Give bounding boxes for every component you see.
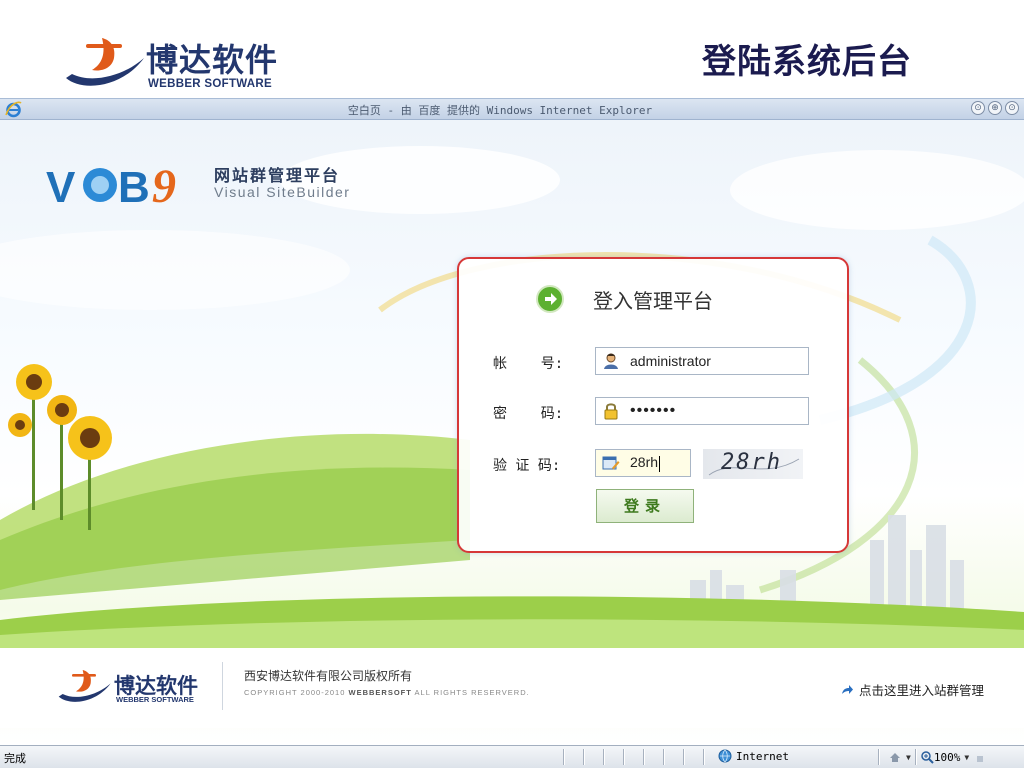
password-field[interactable]: ••••••• [595,397,809,425]
status-text: 完成 [4,752,26,765]
browser-titlebar: 空白页 - 由 百度 提供的 Windows Internet Explorer… [0,98,1024,120]
globe-icon [718,749,732,763]
arrow-icon [841,684,853,694]
slide-title: 登陆系统后台 [702,42,912,82]
captcha-row: 验 证 码: 28rh 28rh [493,449,839,479]
account-label: 帐 号: [493,356,564,372]
footer-logo-en: WEBBER SOFTWARE [116,695,194,704]
status-divider [603,749,604,765]
chevron-down-icon[interactable]: ▼ [906,753,911,762]
status-divider [623,749,624,765]
protected-mode-icon[interactable] [888,750,902,764]
zoom-control[interactable]: 100% [920,750,961,764]
vsb9-logo: V B 9 网站群管理平台 Visual SiteBuilder [46,158,376,218]
svg-text:V: V [46,163,76,212]
status-divider [583,749,584,765]
enter-site-link[interactable]: 点击这里进入站群管理 [841,680,984,699]
vsb9-logo-mark-icon: V B 9 [46,160,176,213]
login-header: 登入管理平台 [535,284,713,314]
webber-swoosh-icon [66,38,144,86]
zone-label: Internet [736,749,789,763]
webber-swoosh-icon [58,670,111,702]
status-divider [683,749,684,765]
zoom-icon [921,751,934,764]
status-divider [643,749,644,765]
webber-logo-cn: 博达软件 [146,41,279,79]
status-divider [914,749,916,765]
maximize-button[interactable]: ⊕ [988,101,1002,115]
captcha-image[interactable]: 28rh [703,449,803,479]
window-controls: ⊙ ⊕ ⊙ [971,101,1019,115]
edit-icon [602,456,620,470]
status-tools: ▼ 100% ▼ [888,749,987,765]
password-row: 密 码: ••••••• [493,397,823,427]
svg-text:9: 9 [152,160,176,213]
copyright-en: COPYRIGHT 2000-2010 WEBBERSOFT ALL RIGHT… [244,688,530,697]
browser-statusbar: 完成 Internet ▼ 100% ▼ [0,745,1024,768]
copyright-cn: 西安博达软件有限公司版权所有 [244,669,413,683]
lock-icon [604,403,618,420]
page-footer: 博达软件 WEBBER SOFTWARE 西安博达软件有限公司版权所有 COPY… [0,648,1024,728]
captcha-field[interactable]: 28rh [595,449,691,477]
webber-logo-en: WEBBER SOFTWARE [148,78,272,90]
security-zone[interactable]: Internet [718,749,789,763]
footer-webber-logo: 博达软件 WEBBER SOFTWARE [56,662,216,710]
webber-logo: 博达软件 WEBBER SOFTWARE [62,30,302,94]
vsb9-logo-en: Visual SiteBuilder [214,184,351,200]
enter-site-label: 点击这里进入站群管理 [858,683,984,698]
status-divider [663,749,664,765]
vsb9-logo-cn: 网站群管理平台 [214,166,341,185]
resize-grip-icon[interactable] [973,750,987,764]
login-button[interactable]: 登录 [596,489,694,523]
password-label: 密 码: [493,406,564,422]
captcha-label: 验 证 码: [493,458,561,474]
captcha-value: 28rh [630,454,661,472]
account-field[interactable]: administrator [595,347,809,375]
close-button[interactable]: ⊙ [1005,101,1019,115]
window-title: 空白页 - 由 百度 提供的 Windows Internet Explorer [347,104,653,117]
account-row: 帐 号: administrator [493,347,823,377]
browser-viewport: V B 9 网站群管理平台 Visual SiteBuilder 登入管理平台 … [0,120,1024,745]
status-divider [563,749,564,765]
status-divider [703,749,704,765]
chevron-down-icon[interactable]: ▼ [964,753,969,762]
account-value: administrator [630,353,711,369]
status-divider [878,749,879,765]
login-panel: 登入管理平台 帐 号: administrator 密 码: ••••••• 验… [457,257,849,553]
password-value: ••••••• [630,402,677,419]
captcha-image-text: 28rh [721,450,782,475]
zoom-level: 100% [933,750,961,764]
login-title: 登入管理平台 [593,288,713,313]
minimize-button[interactable]: ⊙ [971,101,985,115]
arrow-right-circle-icon [536,285,564,313]
footer-divider [222,662,223,710]
user-icon [604,353,618,369]
svg-text:B: B [118,163,150,212]
slide-header: 博达软件 WEBBER SOFTWARE 登陆系统后台 [0,0,1024,98]
